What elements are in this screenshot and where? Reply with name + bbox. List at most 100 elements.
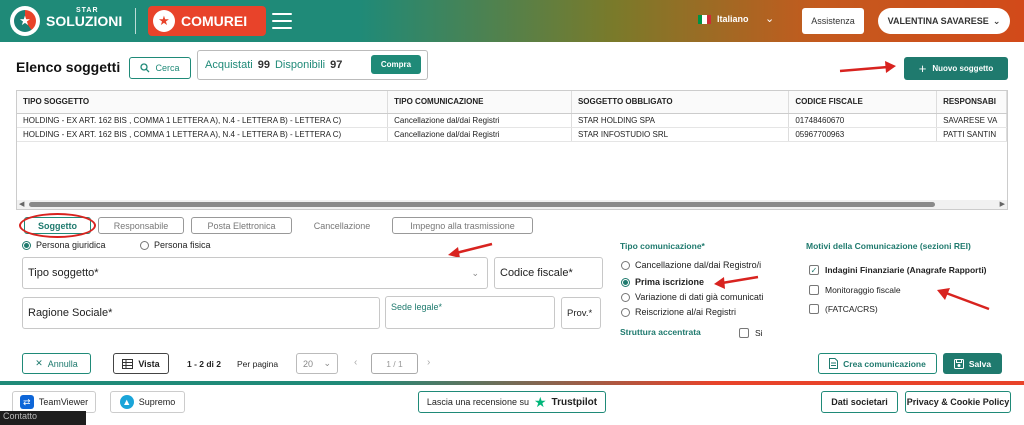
tab-impegno[interactable]: Impegno alla trasmissione	[392, 217, 533, 234]
star-icon: ★	[153, 10, 175, 32]
chevron-down-icon: ⌄	[471, 268, 479, 278]
company-data-link[interactable]: Dati societari	[821, 391, 898, 413]
per-page-select[interactable]: 20 ⌄	[296, 353, 338, 374]
tab-responsabile[interactable]: Responsabile	[98, 217, 184, 234]
plus-icon: +	[918, 61, 927, 76]
menu-icon[interactable]	[272, 13, 292, 29]
teamviewer-icon: ⇄	[19, 395, 34, 409]
header-divider	[135, 8, 136, 34]
privacy-policy-link[interactable]: Privacy & Cookie Policy	[905, 391, 1011, 413]
acquired-count: 99	[257, 59, 270, 71]
app-name: COMUREI	[181, 13, 248, 29]
search-icon	[140, 63, 150, 73]
radio-reiscrizione[interactable]: Reiscrizione al/ai Registri	[621, 307, 736, 317]
app-badge[interactable]: ★ COMUREI	[148, 6, 266, 36]
codice-fiscale-input[interactable]: Codice fiscale*	[494, 257, 603, 289]
new-subject-button[interactable]: + Nuovo soggetto	[904, 57, 1008, 80]
cell-responsabile: SAVARESE VA	[936, 113, 1007, 128]
scroll-right-icon[interactable]: ▶	[1000, 200, 1005, 208]
radio-prima-iscrizione[interactable]: Prima iscrizione	[621, 277, 704, 287]
per-page-label: Per pagina	[237, 359, 279, 369]
language-selector[interactable]: Italiano	[698, 14, 749, 24]
supremo-icon: ▲	[119, 395, 134, 409]
cancel-button[interactable]: ✕ Annulla	[22, 353, 91, 374]
cell-codice-fiscale: 05967700963	[788, 127, 938, 142]
radio-variazione[interactable]: Variazione di dati già comunicati	[621, 292, 763, 302]
checkmark-icon: ✓	[809, 265, 819, 275]
save-button[interactable]: Salva	[943, 353, 1002, 374]
next-page-icon[interactable]: ›	[427, 357, 430, 368]
acquired-label: Acquistati	[205, 59, 253, 71]
table-row[interactable]: HOLDING - EX ART. 162 BIS , COMMA 1 LETT…	[17, 113, 1007, 128]
cell-soggetto-obbligato: STAR HOLDING SPA	[571, 113, 790, 128]
page-input[interactable]: 1 / 1	[371, 353, 418, 374]
radio-persona-fisica[interactable]: Persona fisica	[140, 240, 211, 250]
radio-persona-giuridica[interactable]: Persona giuridica	[22, 240, 106, 250]
indagini-finanziarie-checkbox[interactable]: ✓ Indagini Finanziarie (Anagrafe Rapporti…	[809, 265, 987, 275]
scrollbar-thumb[interactable]	[29, 202, 935, 207]
tab-cancellazione[interactable]: Cancellazione	[303, 217, 381, 234]
available-count: 97	[330, 59, 343, 71]
pagination-info: 1 - 2 di 2	[187, 359, 222, 369]
struttura-accentrata-label: Struttura accentrata	[620, 327, 701, 337]
fatca-crs-checkbox[interactable]: (FATCA/CRS)	[809, 304, 878, 314]
tipo-comunicazione-title: Tipo comunicazione*	[620, 241, 705, 251]
column-header[interactable]: RESPONSABI	[936, 91, 1007, 114]
assistance-button[interactable]: Assistenza	[802, 8, 864, 34]
buy-button[interactable]: Compra	[371, 55, 421, 74]
chevron-down-icon[interactable]: ⌄	[765, 12, 774, 25]
brand-logo[interactable]: STAR SOLUZIONI	[46, 7, 122, 28]
user-name: VALENTINA SAVARESE	[887, 16, 989, 26]
annotation-arrow-icon	[839, 61, 896, 73]
annotation-arrow-icon	[714, 275, 759, 289]
cell-tipo-comunicazione: Cancellazione dal/dai Registri	[387, 113, 572, 128]
horizontal-scrollbar[interactable]: ◀ ▶	[17, 200, 1007, 209]
document-icon	[829, 358, 839, 369]
prev-page-icon[interactable]: ‹	[354, 357, 357, 368]
subjects-table: TIPO SOGGETTO TIPO COMUNICAZIONE SOGGETT…	[16, 90, 1008, 210]
trustpilot-star-icon: ★	[533, 393, 547, 410]
contact-widget[interactable]: Contatto	[0, 411, 86, 425]
cell-responsabile: PATTI SANTIN	[936, 127, 1007, 142]
tipo-soggetto-select[interactable]: Tipo soggetto* ⌄	[22, 257, 488, 289]
annotation-circle	[19, 213, 96, 238]
cell-tipo-soggetto: HOLDING - EX ART. 162 BIS , COMMA 1 LETT…	[17, 127, 389, 142]
cell-tipo-soggetto: HOLDING - EX ART. 162 BIS , COMMA 1 LETT…	[17, 113, 389, 128]
monitoraggio-fiscale-checkbox[interactable]: Monitoraggio fiscale	[809, 285, 901, 295]
column-header[interactable]: TIPO SOGGETTO	[17, 91, 389, 114]
table-icon	[122, 358, 134, 369]
tab-posta-elettronica[interactable]: Posta Elettronica	[191, 217, 292, 234]
scroll-left-icon[interactable]: ◀	[19, 200, 24, 208]
annotation-arrow-icon	[937, 288, 990, 311]
search-button[interactable]: Cerca	[129, 57, 191, 79]
chevron-down-icon: ⌄	[323, 358, 331, 368]
available-label: Disponibili	[274, 59, 326, 71]
radio-cancellazione[interactable]: Cancellazione dal/dai Registro/i	[621, 260, 761, 270]
cell-codice-fiscale: 01748460670	[788, 113, 938, 128]
star-logo-icon: ★	[10, 6, 40, 36]
column-header[interactable]: CODICE FISCALE	[788, 91, 938, 114]
cell-tipo-comunicazione: Cancellazione dal/dai Registri	[387, 127, 572, 142]
motivi-title: Motivi della Comunicazione (sezioni REI)	[806, 241, 971, 251]
create-communication-button[interactable]: Crea comunicazione	[818, 353, 937, 374]
view-button[interactable]: Vista	[113, 353, 169, 374]
chevron-down-icon: ⌄	[992, 15, 1001, 26]
save-icon	[953, 358, 964, 369]
top-header: ★ STAR SOLUZIONI ★ COMUREI Italiano ⌄ As…	[0, 0, 1024, 42]
ragione-sociale-input[interactable]: Ragione Sociale*	[22, 297, 380, 329]
user-menu-button[interactable]: VALENTINA SAVARESE ⌄	[878, 8, 1010, 34]
sede-legale-input[interactable]: Sede legale*	[385, 296, 555, 329]
cell-soggetto-obbligato: STAR INFOSTUDIO SRL	[571, 127, 790, 142]
language-label: Italiano	[717, 14, 749, 24]
prov-input[interactable]: Prov.*	[561, 297, 601, 329]
column-header[interactable]: SOGGETTO OBBLIGATO	[571, 91, 790, 114]
close-icon: ✕	[35, 358, 43, 368]
struttura-accentrata-checkbox[interactable]: Si	[739, 328, 763, 338]
table-header-row: TIPO SOGGETTO TIPO COMUNICAZIONE SOGGETT…	[17, 91, 1007, 114]
supremo-button[interactable]: ▲ Supremo	[110, 391, 185, 413]
teamviewer-button[interactable]: ⇄ TeamViewer	[12, 391, 96, 413]
page-title: Elenco soggetti	[16, 59, 121, 75]
column-header[interactable]: TIPO COMUNICAZIONE	[387, 91, 572, 114]
table-row[interactable]: HOLDING - EX ART. 162 BIS , COMMA 1 LETT…	[17, 127, 1007, 142]
trustpilot-review-button[interactable]: Lascia una recensione su ★ Trustpilot	[418, 391, 606, 413]
